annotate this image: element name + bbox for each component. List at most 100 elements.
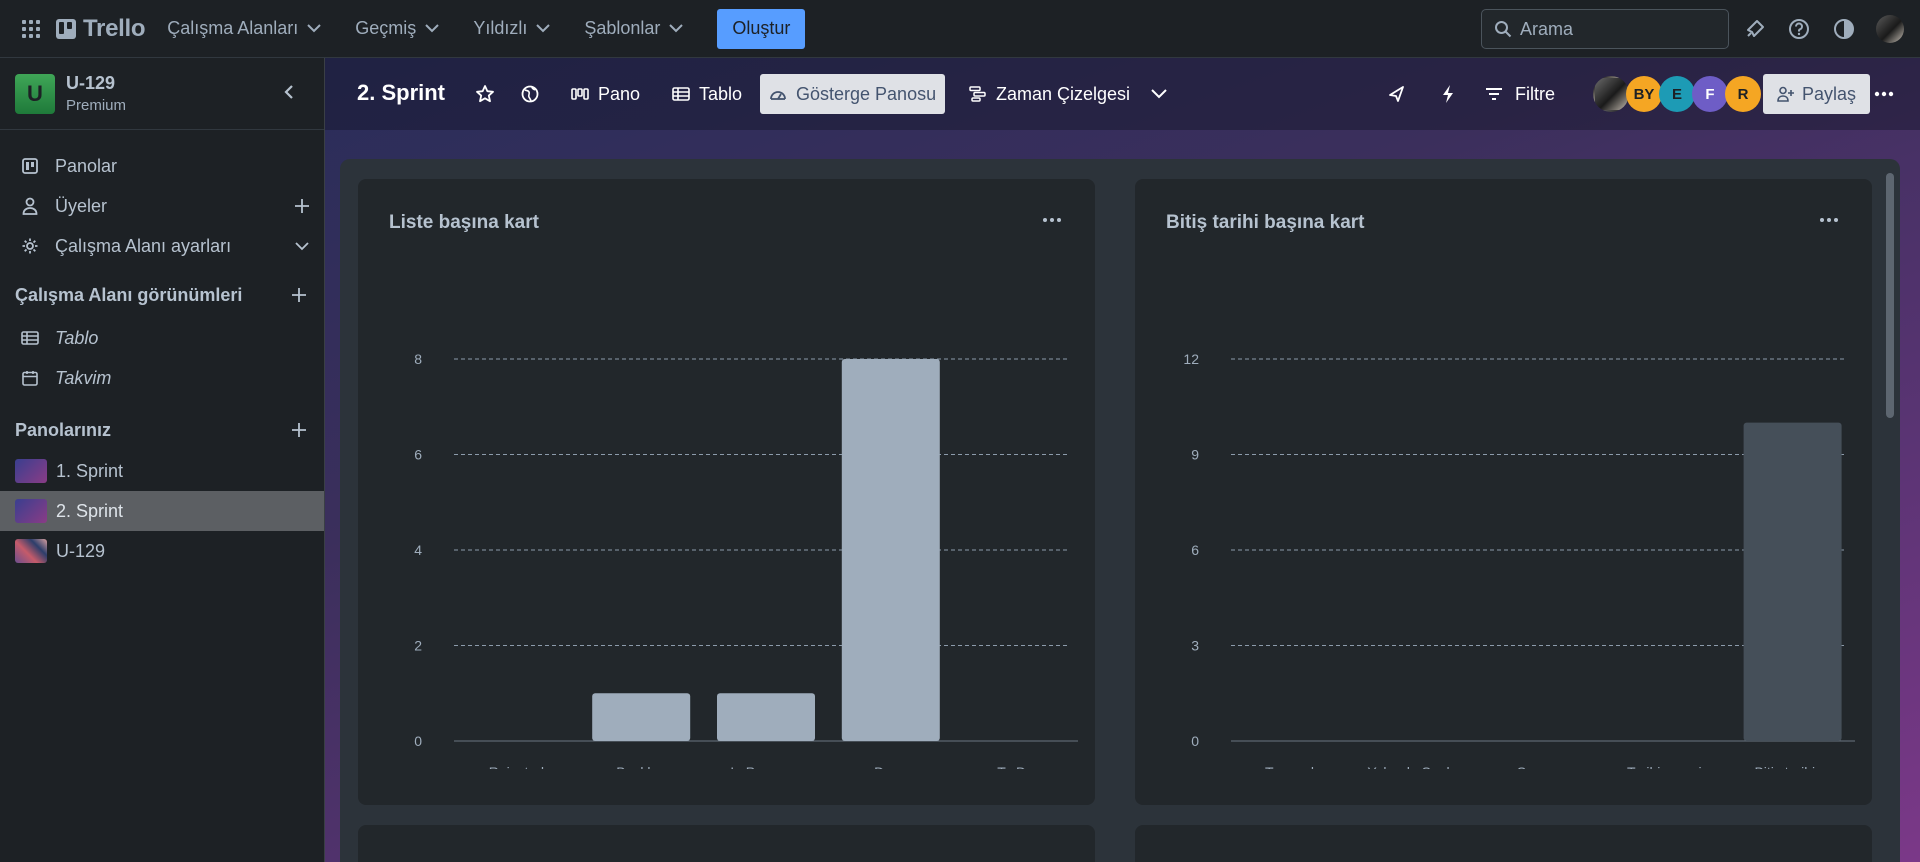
- board-header: 2. Sprint Pano Tablo Gösterge Panosu Zam…: [325, 58, 1920, 130]
- sidebar-board-2-sprint[interactable]: 2. Sprint: [0, 491, 324, 531]
- help-icon[interactable]: [1785, 15, 1813, 43]
- dashboard-scrollbar[interactable]: [1886, 173, 1894, 418]
- search-box[interactable]: [1481, 9, 1729, 49]
- y-tick-label: 12: [1183, 351, 1199, 367]
- bar[interactable]: [1743, 422, 1842, 741]
- chart-card-partial: [1135, 825, 1872, 862]
- person-icon: [20, 197, 40, 215]
- x-tick-label: In Progress: [730, 764, 802, 769]
- add-member-plus-icon[interactable]: [292, 196, 312, 216]
- chart-card-partial: [358, 825, 1095, 862]
- table-icon: [672, 87, 690, 101]
- nav-workspaces[interactable]: Çalışma Alanları: [167, 18, 322, 39]
- y-tick-label: 2: [414, 638, 422, 654]
- sidebar: U U-129 Premium Panolar Üyeler Çalışma A…: [0, 58, 325, 862]
- sidebar-item-label: Panolar: [55, 155, 118, 176]
- search-input[interactable]: [1520, 18, 1710, 40]
- board-thumbnail: [15, 539, 47, 563]
- globe-icon[interactable]: [516, 80, 544, 108]
- sidebar-item-boards[interactable]: Panolar: [0, 146, 324, 186]
- theme-toggle-icon[interactable]: [1830, 15, 1858, 43]
- top-navigation-bar: Trello Çalışma Alanları Geçmiş Yıldızlı …: [0, 0, 1920, 58]
- workspace-header: U U-129 Premium: [0, 58, 324, 130]
- nav-workspaces-label: Çalışma Alanları: [167, 18, 299, 38]
- collapse-sidebar-button[interactable]: [273, 76, 305, 108]
- share-button[interactable]: Paylaş: [1763, 74, 1871, 114]
- automation-icon[interactable]: [1434, 80, 1462, 108]
- nav-starred[interactable]: Yıldızlı: [473, 18, 551, 39]
- star-icon[interactable]: [471, 80, 499, 108]
- calendar-icon: [20, 370, 40, 386]
- trello-logo[interactable]: Trello: [56, 15, 146, 43]
- sidebar-board-label: 2. Sprint: [56, 500, 124, 521]
- user-avatar[interactable]: [1876, 15, 1904, 43]
- more-options-icon[interactable]: [1814, 205, 1844, 235]
- y-tick-label: 4: [414, 542, 422, 558]
- nav-starred-label: Yıldızlı: [473, 18, 528, 38]
- view-tab-timeline[interactable]: Zaman Çizelgesi: [960, 74, 1139, 114]
- view-tab-table[interactable]: Tablo: [663, 74, 751, 114]
- sidebar-view-calendar[interactable]: Takvim: [0, 358, 324, 398]
- power-ups-icon[interactable]: [1383, 80, 1411, 108]
- view-tab-label: Gösterge Panosu: [796, 83, 937, 104]
- top-nav: Çalışma Alanları Geçmiş Yıldızlı Şablonl…: [167, 8, 806, 49]
- sidebar-item-members[interactable]: Üyeler: [0, 186, 324, 226]
- member-avatar[interactable]: R: [1725, 76, 1761, 112]
- filter-button[interactable]: Filtre: [1485, 74, 1555, 114]
- timeline-icon: [969, 86, 986, 102]
- bar[interactable]: [717, 693, 815, 741]
- your-boards-heading: Panolarınız: [15, 420, 112, 440]
- sidebar-view-table[interactable]: Tablo: [0, 318, 324, 358]
- y-tick-label: 6: [1191, 542, 1199, 558]
- sidebar-board-u-129[interactable]: U-129: [0, 531, 324, 571]
- board-members: BY E F R: [1593, 76, 1761, 112]
- member-avatar[interactable]: BY: [1626, 76, 1662, 112]
- board-menu-icon[interactable]: [1870, 80, 1898, 108]
- add-person-icon: [1777, 86, 1794, 102]
- chevron-down-icon: [425, 24, 440, 33]
- bar-chart: 0 2 4 6 8 Rejected Backlog In Progress Done To Do: [414, 351, 1078, 769]
- x-tick-label: Backlog: [616, 764, 666, 769]
- board-thumbnail: [15, 459, 47, 483]
- y-tick-label: 0: [414, 733, 422, 749]
- create-button[interactable]: Oluştur: [717, 8, 806, 49]
- notifications-icon[interactable]: [1741, 15, 1769, 43]
- table-icon: [20, 331, 40, 345]
- nav-recent[interactable]: Geçmiş: [355, 18, 440, 39]
- gear-icon: [20, 237, 40, 255]
- workspace-plan: Premium: [66, 97, 127, 114]
- chevron-down-icon: [669, 24, 684, 33]
- y-tick-label: 8: [414, 351, 422, 367]
- view-tab-dashboard[interactable]: Gösterge Panosu: [760, 74, 946, 114]
- bar[interactable]: [592, 693, 691, 741]
- y-tick-label: 9: [1191, 447, 1199, 463]
- add-board-plus-icon[interactable]: [288, 419, 310, 441]
- more-options-icon[interactable]: [1037, 205, 1067, 235]
- member-avatar[interactable]: E: [1659, 76, 1695, 112]
- board-title[interactable]: 2. Sprint: [357, 80, 445, 106]
- more-views-chevron-icon[interactable]: [1145, 80, 1173, 108]
- member-avatar[interactable]: [1593, 76, 1629, 112]
- filter-label: Filtre: [1515, 83, 1555, 104]
- x-tick-label: Yakında Sonla...: [1367, 764, 1469, 769]
- x-tick-label: Sonraya: [1517, 764, 1569, 769]
- app-switcher-icon[interactable]: [16, 14, 46, 44]
- bar[interactable]: [841, 359, 940, 741]
- sidebar-item-workspace-settings[interactable]: Çalışma Alanı ayarları: [0, 226, 324, 266]
- sidebar-board-1-sprint[interactable]: 1. Sprint: [0, 451, 324, 491]
- view-tab-label: Pano: [598, 83, 641, 104]
- board-view-icon: [571, 88, 589, 100]
- chevron-down-icon: [307, 24, 322, 33]
- x-tick-label: Rejected: [489, 764, 544, 769]
- member-avatar[interactable]: F: [1692, 76, 1728, 112]
- view-tab-label: Tablo: [699, 83, 743, 104]
- add-view-plus-icon[interactable]: [288, 284, 310, 306]
- view-tab-board[interactable]: Pano: [562, 74, 649, 114]
- sidebar-item-label: Çalışma Alanı ayarları: [55, 235, 232, 256]
- chart-card-cards-per-due-date: Bitiş tarihi başına kart 0 3 6 9 12 Tamamla Ya…: [1135, 179, 1872, 805]
- chevron-down-icon[interactable]: [292, 236, 312, 256]
- nav-templates[interactable]: Şablonlar: [584, 18, 684, 39]
- y-tick-label: 6: [414, 447, 422, 463]
- chart-card-cards-per-list: Liste başına kart 0 2 4 6 8 Rejected Backlog In…: [358, 179, 1095, 805]
- x-tick-label: Bitiş tarihi ...: [1754, 764, 1830, 769]
